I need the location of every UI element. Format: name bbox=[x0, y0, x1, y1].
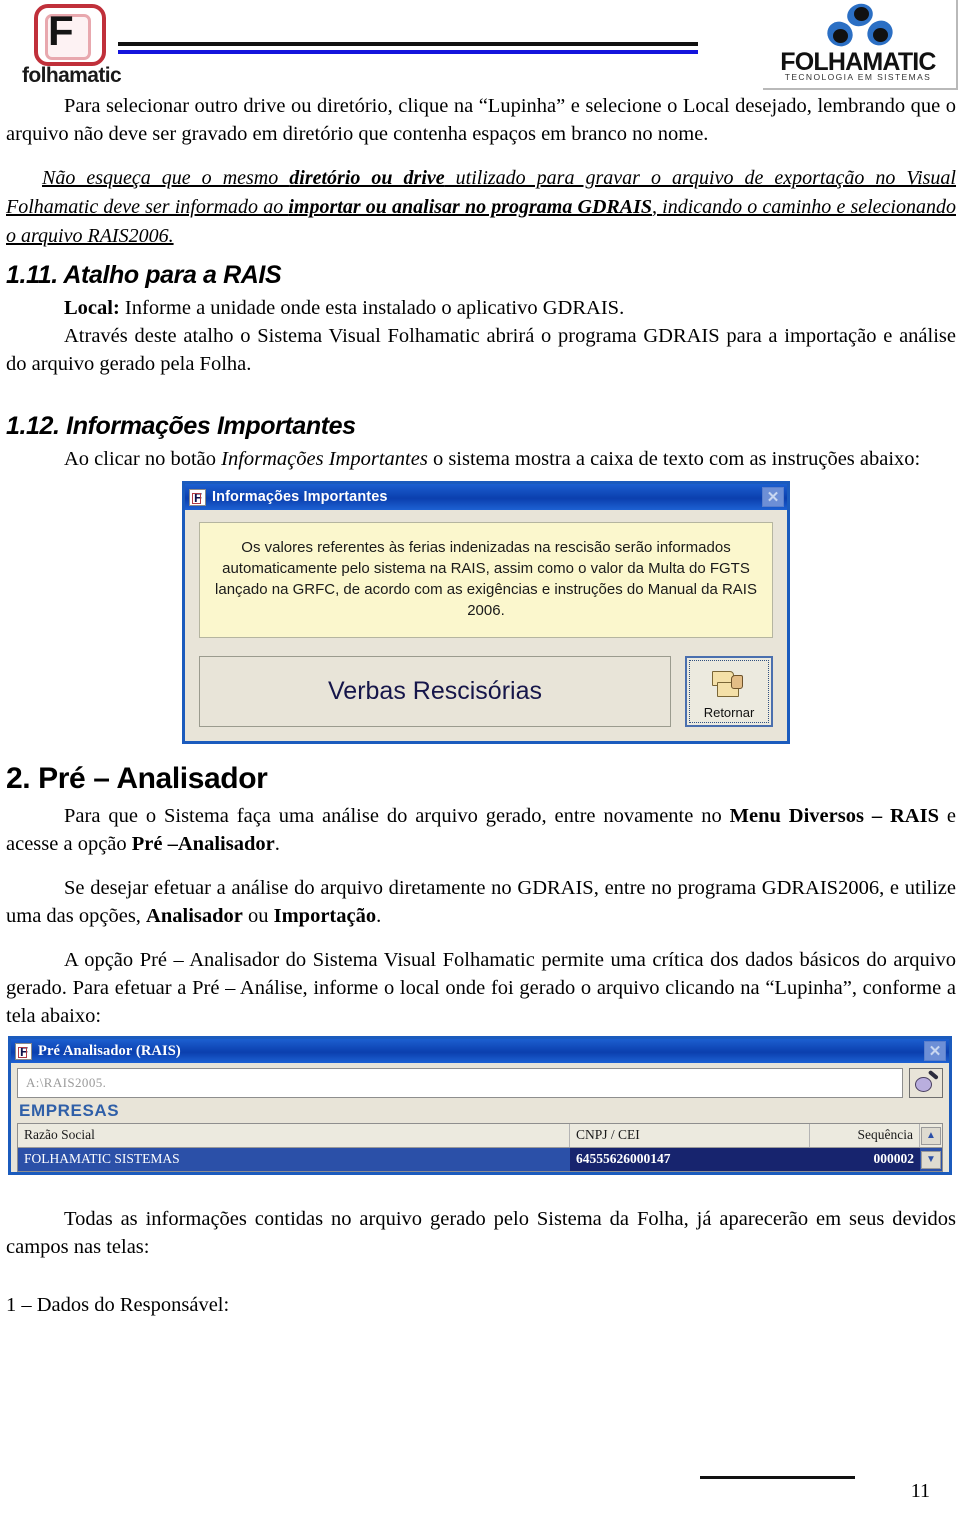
text-ou: ou bbox=[242, 905, 274, 927]
text-local: Informe a unidade onde esta instalado o … bbox=[119, 297, 625, 319]
text-para-que: Para que o Sistema faça uma análise do a… bbox=[64, 805, 730, 827]
text-analisador-bold: Analisador bbox=[146, 905, 243, 927]
page-header: F folhamatic FOLHAMATIC TECNOLOGIA EM SI… bbox=[0, 0, 960, 92]
chevron-down-icon: ▼ bbox=[921, 1150, 941, 1169]
scroll-down-button[interactable]: ▼ bbox=[920, 1148, 942, 1171]
paragraph-menu-diversos: Para que o Sistema faça uma análise do a… bbox=[6, 802, 956, 858]
retornar-button[interactable]: Retornar bbox=[685, 656, 773, 727]
text-ao-clicar: Ao clicar no botão bbox=[64, 448, 222, 470]
paragraph-atalho: Através deste atalho o Sistema Visual Fo… bbox=[6, 325, 956, 375]
column-header-sequencia[interactable]: Sequência bbox=[810, 1124, 920, 1147]
cell-cnpj-cei: 64555626000147 bbox=[570, 1148, 810, 1171]
cell-razao-social: FOLHAMATIC SISTEMAS bbox=[24, 1151, 180, 1166]
document-body-closing: Todas as informações contidas no arquivo… bbox=[0, 1175, 960, 1319]
folhamatic-f-icon bbox=[15, 1042, 32, 1060]
path-row: A:\RAIS2005. bbox=[17, 1068, 943, 1098]
folder-return-icon bbox=[712, 671, 746, 699]
magnifier-button[interactable] bbox=[909, 1068, 943, 1098]
folhamatic-right-logo: FOLHAMATIC TECNOLOGIA EM SISTEMAS bbox=[763, 0, 958, 90]
heading-1-12: 1.12. Informações Importantes bbox=[6, 412, 356, 440]
grid-header-row: Razão Social CNPJ / CEI Sequência ▲ bbox=[18, 1124, 942, 1148]
page-footer: 11 bbox=[0, 1476, 960, 1503]
list-item-dados-responsavel: 1 – Dados do Responsável: bbox=[6, 1294, 230, 1316]
rais-title-text: Pré Analisador (RAIS) bbox=[38, 1042, 181, 1059]
note-intro: Não esqueça que o mesmo bbox=[42, 167, 290, 189]
path-input[interactable]: A:\RAIS2005. bbox=[17, 1068, 903, 1098]
page-number: 11 bbox=[910, 1480, 930, 1502]
note-bold-importar: importar ou analisar no programa GDRAIS bbox=[288, 196, 652, 218]
folhamatic-right-tagline: TECNOLOGIA EM SISTEMAS bbox=[784, 72, 932, 82]
dialog-title-bar[interactable]: Informações Importantes ✕ bbox=[185, 484, 787, 510]
verbas-rescisorias-button[interactable]: Verbas Rescisórias bbox=[199, 656, 671, 727]
text-period-1: . bbox=[274, 833, 280, 855]
text-sistema-mostra: o sistema mostra a caixa de texto com as… bbox=[427, 448, 921, 470]
scroll-up-button[interactable]: ▲ bbox=[920, 1124, 942, 1147]
folhamatic-f-icon bbox=[189, 488, 206, 506]
paragraph-select-drive: Para selecionar outro drive ou diretório… bbox=[6, 95, 956, 145]
dialog-message-text: Os valores referentes às ferias indeniza… bbox=[199, 522, 773, 638]
column-header-cnpj-cei[interactable]: CNPJ / CEI bbox=[570, 1124, 810, 1147]
dialog-pre-analisador-rais[interactable]: Pré Analisador (RAIS) ✕ A:\RAIS2005. EMP… bbox=[8, 1036, 952, 1175]
rais-title-bar[interactable]: Pré Analisador (RAIS) ✕ bbox=[11, 1039, 949, 1063]
note-bold-diretorio: diretório ou drive bbox=[289, 167, 445, 189]
paragraph-gdrais2006: Se desejar efetuar a análise do arquivo … bbox=[6, 874, 956, 930]
paragraph-local: Local: Informe a unidade onde esta insta… bbox=[6, 294, 956, 322]
table-row[interactable]: FOLHAMATIC SISTEMAS 64555626000147 00000… bbox=[18, 1148, 942, 1171]
folhamatic-f-letter: F bbox=[48, 7, 74, 54]
label-local: Local: bbox=[64, 297, 120, 319]
header-rule-blue bbox=[118, 50, 698, 54]
close-icon[interactable]: ✕ bbox=[924, 1041, 946, 1061]
text-pre-analisador-bold: Pré –Analisador bbox=[131, 833, 275, 855]
magnifier-handle-icon bbox=[928, 1069, 939, 1080]
dialog-button-row: Verbas Rescisórias Retornar bbox=[199, 656, 773, 727]
folhamatic-wordmark: folhamatic bbox=[22, 64, 122, 87]
paragraph-pre-analise-lupinha: A opção Pré – Analisador do Sistema Visu… bbox=[6, 949, 956, 1027]
rais-content: A:\RAIS2005. EMPRESAS Razão Social CNPJ … bbox=[11, 1063, 949, 1172]
paragraph-informacoes: Ao clicar no botão Informações Important… bbox=[6, 445, 956, 473]
dialog-title-text: Informações Importantes bbox=[212, 489, 388, 505]
paragraph-todas-informacoes: Todas as informações contidas no arquivo… bbox=[6, 1208, 956, 1258]
header-rules bbox=[118, 42, 698, 54]
note-reminder: Não esqueça que o mesmo diretório ou dri… bbox=[6, 164, 956, 251]
document-body: Para selecionar outro drive ou diretório… bbox=[0, 92, 960, 1030]
magnifier-icon bbox=[915, 1077, 932, 1092]
cell-sequencia: 000002 bbox=[810, 1148, 920, 1171]
text-informacoes-importantes-italic: Informações Importantes bbox=[221, 448, 428, 470]
empresas-grid: Razão Social CNPJ / CEI Sequência ▲ FOLH… bbox=[17, 1123, 943, 1172]
column-header-razao-social[interactable]: Razão Social bbox=[18, 1124, 570, 1147]
text-period-2: . bbox=[376, 905, 382, 927]
heading-1-11: 1.11. Atalho para a RAIS bbox=[6, 261, 282, 289]
chevron-up-icon: ▲ bbox=[921, 1126, 941, 1145]
dialog-informacoes-importantes[interactable]: Informações Importantes ✕ Os valores ref… bbox=[182, 481, 790, 744]
retornar-button-label: Retornar bbox=[703, 705, 755, 720]
text-menu-diversos-rais: Menu Diversos – RAIS bbox=[729, 805, 939, 827]
dialog-content: Os valores referentes às ferias indeniza… bbox=[185, 510, 787, 741]
folhamatic-swirl-icon bbox=[822, 0, 898, 52]
empresas-group-label: EMPRESAS bbox=[19, 1101, 120, 1120]
text-importacao-bold: Importação bbox=[273, 905, 377, 927]
heading-2-pre-analisador: 2. Pré – Analisador bbox=[6, 762, 268, 795]
close-icon[interactable]: ✕ bbox=[762, 487, 784, 507]
header-rule-black bbox=[118, 42, 698, 46]
